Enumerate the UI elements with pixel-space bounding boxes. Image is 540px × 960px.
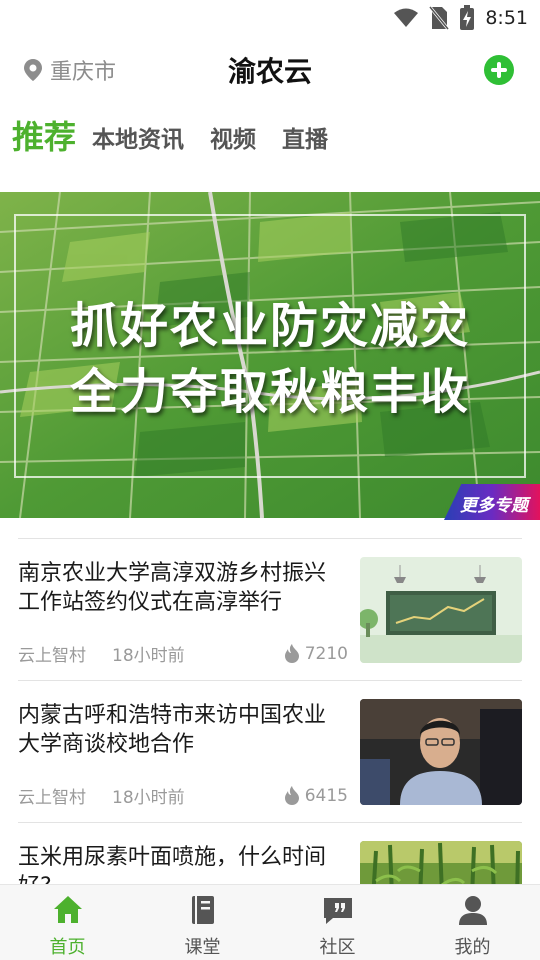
status-bar: 8:51 [0, 0, 540, 36]
app-header: 重庆市 渝农云 [0, 44, 540, 96]
wifi-icon [394, 8, 419, 27]
home-icon [53, 896, 82, 923]
news-thumbnail [360, 557, 522, 663]
banner-headline-2: 全力夺取秋粮丰收 [69, 364, 470, 420]
app-title: 渝农云 [227, 55, 312, 88]
nav-classroom-label: 课堂 [184, 937, 221, 958]
nav-home[interactable]: 首页 [0, 885, 135, 960]
add-button[interactable] [484, 55, 514, 85]
flame-icon [284, 786, 299, 805]
book-icon [191, 896, 214, 924]
nav-profile-label: 我的 [454, 937, 491, 958]
status-time: 8:51 [485, 7, 528, 29]
news-meta: 云上智村 18小时前 6415 [18, 783, 348, 809]
tab-live[interactable]: 直播 [282, 120, 328, 160]
view-count: 7210 [284, 644, 348, 664]
user-icon [458, 896, 487, 925]
nav-profile[interactable]: 我的 [405, 885, 540, 960]
news-time: 18小时前 [112, 646, 185, 666]
classroom-image [360, 557, 522, 663]
nav-home-label: 首页 [49, 937, 86, 958]
tab-local-news[interactable]: 本地资讯 [92, 120, 184, 160]
view-count-value: 7210 [304, 643, 348, 664]
nav-classroom[interactable]: 课堂 [135, 885, 270, 960]
news-title: 内蒙古呼和浩特市来访中国农业大学商谈校地合作 [18, 703, 327, 757]
banner-headline-1: 抓好农业防灾减灾 [69, 298, 470, 354]
bottom-nav: 首页 课堂 社区 我的 [0, 884, 540, 960]
battery-charging-icon [460, 5, 475, 30]
view-count-value: 6415 [304, 785, 348, 806]
tab-video[interactable]: 视频 [210, 120, 256, 160]
category-tabs: 推荐 本地资讯 视频 直播 [12, 112, 354, 160]
nav-community[interactable]: 社区 [270, 885, 405, 960]
news-title: 南京农业大学高淳双游乡村振兴工作站签约仪式在高淳举行 [18, 561, 327, 615]
flame-icon [284, 644, 299, 663]
news-item[interactable]: 内蒙古呼和浩特市来访中国农业大学商谈校地合作 云上智村 18小时前 6415 [18, 680, 522, 822]
no-sim-icon [429, 6, 450, 30]
news-meta: 云上智村 18小时前 7210 [18, 641, 348, 667]
news-source: 云上智村 [18, 788, 86, 808]
tab-recommend[interactable]: 推荐 [12, 112, 76, 160]
news-item[interactable]: 南京农业大学高淳双游乡村振兴工作站签约仪式在高淳举行 云上智村 18小时前 72… [18, 538, 522, 680]
news-time: 18小时前 [112, 788, 185, 808]
news-source: 云上智村 [18, 646, 86, 666]
meeting-photo [360, 699, 522, 805]
nav-community-label: 社区 [319, 937, 356, 958]
chat-quote-icon [323, 898, 352, 924]
news-thumbnail [360, 699, 522, 805]
view-count: 6415 [284, 786, 348, 806]
